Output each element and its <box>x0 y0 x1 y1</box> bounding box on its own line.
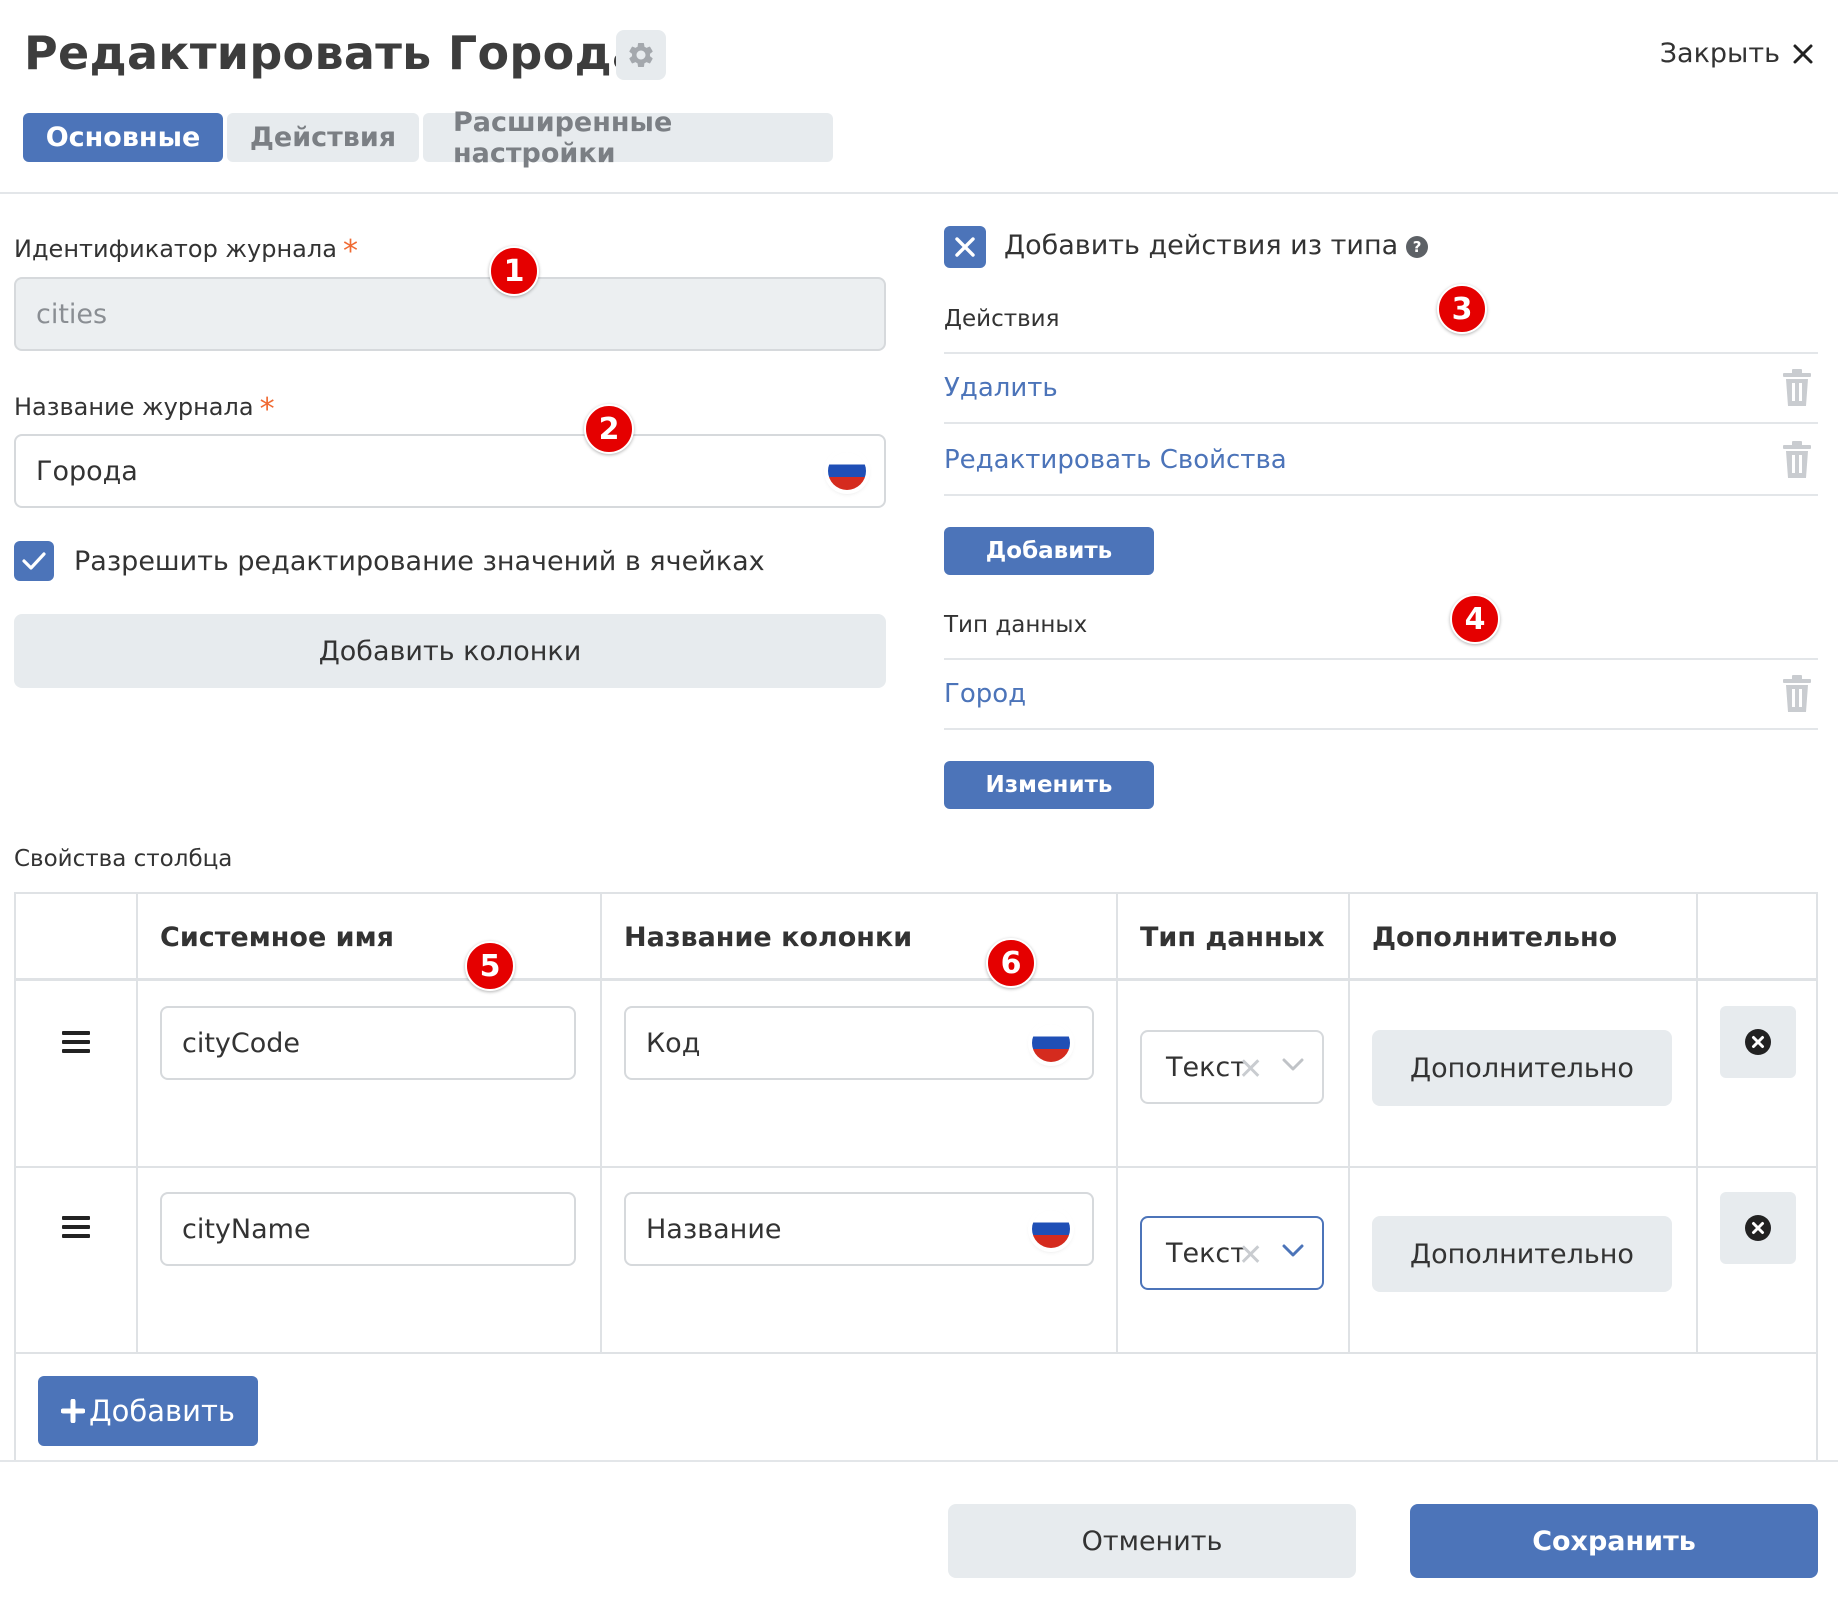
gear-icon <box>629 42 653 67</box>
action-link-delete[interactable]: Удалить <box>944 373 1058 403</box>
table-divider <box>136 894 138 1354</box>
russian-flag-icon[interactable] <box>1032 1024 1070 1062</box>
header-extra: Дополнительно <box>1372 922 1618 953</box>
table-row-divider <box>16 1352 1816 1354</box>
journal-name-label: Название журнала * <box>14 392 275 427</box>
checkmark-icon <box>22 552 46 570</box>
footer-divider <box>0 1460 1838 1462</box>
tab-advanced-settings[interactable]: Расширенные настройки <box>423 107 833 169</box>
cancel-button[interactable]: Отменить <box>948 1504 1356 1578</box>
add-column-row-label: Добавить <box>89 1394 235 1428</box>
extra-button[interactable]: Дополнительно <box>1372 1030 1672 1106</box>
table-header-divider <box>16 978 1816 981</box>
data-type-link[interactable]: Город <box>944 679 1026 709</box>
chevron-down-icon[interactable] <box>1282 1058 1304 1072</box>
table-divider <box>1116 894 1118 1354</box>
annotation-badge: 6 <box>986 938 1036 988</box>
system-name-value: cityCode <box>182 1027 301 1059</box>
header-divider <box>0 192 1838 194</box>
close-icon <box>1793 44 1813 63</box>
journal-name-value: Города <box>36 455 138 487</box>
add-columns-button[interactable]: Добавить колонки <box>14 614 886 688</box>
drag-handle-icon[interactable] <box>62 1216 90 1238</box>
data-type-value: Текст <box>1166 1051 1246 1083</box>
tab-main[interactable]: Основные <box>23 113 223 162</box>
column-name-value: Код <box>646 1027 701 1059</box>
journal-id-field: cities <box>14 277 886 351</box>
plus-icon <box>61 1399 85 1423</box>
add-column-row-button[interactable]: Добавить <box>38 1376 258 1446</box>
data-type-row: Город <box>944 660 1818 730</box>
tab-bar: Основные Действия Расширенные настройки <box>23 107 833 169</box>
system-name-value: cityName <box>182 1213 311 1245</box>
trash-icon[interactable] <box>1782 369 1812 407</box>
extra-button[interactable]: Дополнительно <box>1372 1216 1672 1292</box>
tab-actions[interactable]: Действия <box>227 113 419 162</box>
table-row-divider <box>16 1166 1816 1168</box>
data-type-value: Текст <box>1166 1237 1246 1269</box>
page-title: Редактировать Города <box>24 26 644 80</box>
table-divider <box>1348 894 1350 1354</box>
chevron-down-icon[interactable] <box>1282 1244 1304 1258</box>
journal-name-field[interactable]: Города <box>14 434 886 508</box>
help-icon[interactable]: ? <box>1406 236 1429 258</box>
annotation-badge: 1 <box>489 246 539 296</box>
data-type-select[interactable]: Текст ✕ <box>1140 1030 1324 1104</box>
clear-icon[interactable]: ✕ <box>1238 1238 1263 1273</box>
remove-row-button[interactable] <box>1720 1006 1796 1078</box>
annotation-badge: 5 <box>465 941 515 991</box>
column-name-input[interactable]: Название <box>624 1192 1094 1266</box>
close-circle-icon <box>1745 1215 1771 1241</box>
x-mark-icon <box>955 237 975 257</box>
required-mark: * <box>259 392 275 427</box>
save-button[interactable]: Сохранить <box>1410 1504 1818 1578</box>
header-system-name: Системное имя <box>160 922 395 953</box>
header-data-type: Тип данных <box>1140 922 1325 953</box>
drag-handle-icon[interactable] <box>62 1031 90 1053</box>
annotation-badge: 2 <box>584 404 634 454</box>
data-type-heading: Тип данных <box>944 612 1088 638</box>
action-link-edit-properties[interactable]: Редактировать Свойства <box>944 445 1287 475</box>
add-from-type-checkbox[interactable] <box>944 226 986 268</box>
action-row: Редактировать Свойства <box>944 426 1818 496</box>
trash-icon[interactable] <box>1782 441 1812 479</box>
russian-flag-icon[interactable] <box>828 452 866 490</box>
add-action-button[interactable]: Добавить <box>944 527 1154 575</box>
column-name-value: Название <box>646 1213 782 1245</box>
column-name-input[interactable]: Код <box>624 1006 1094 1080</box>
column-properties-table: Системное имя Название колонки Тип данны… <box>14 892 1818 1462</box>
system-name-input[interactable]: cityName <box>160 1192 576 1266</box>
table-divider <box>1696 894 1698 1354</box>
data-type-select[interactable]: Текст ✕ <box>1140 1216 1324 1290</box>
add-from-type-label: Добавить действия из типа? <box>1004 230 1429 261</box>
annotation-badge: 3 <box>1437 284 1487 334</box>
table-divider <box>600 894 602 1354</box>
system-name-input[interactable]: cityCode <box>160 1006 576 1080</box>
russian-flag-icon[interactable] <box>1032 1210 1070 1248</box>
close-button[interactable]: Закрыть <box>1660 38 1814 69</box>
remove-row-button[interactable] <box>1720 1192 1796 1264</box>
allow-edit-checkbox[interactable] <box>14 541 54 581</box>
change-data-type-button[interactable]: Изменить <box>944 761 1154 809</box>
clear-icon[interactable]: ✕ <box>1238 1052 1263 1087</box>
allow-edit-label: Разрешить редактирование значений в ячей… <box>74 546 765 577</box>
journal-id-label: Идентификатор журнала * <box>14 234 358 269</box>
required-mark: * <box>342 234 358 269</box>
journal-id-value: cities <box>36 298 108 330</box>
close-label: Закрыть <box>1659 38 1780 69</box>
actions-heading: Действия <box>944 306 1060 332</box>
settings-button[interactable] <box>616 30 666 80</box>
trash-icon[interactable] <box>1782 675 1812 713</box>
annotation-badge: 4 <box>1450 594 1500 644</box>
close-circle-icon <box>1745 1029 1771 1055</box>
column-properties-title: Свойства столбца <box>14 846 233 872</box>
header-column-name: Название колонки <box>624 922 913 953</box>
action-row: Удалить <box>944 354 1818 424</box>
